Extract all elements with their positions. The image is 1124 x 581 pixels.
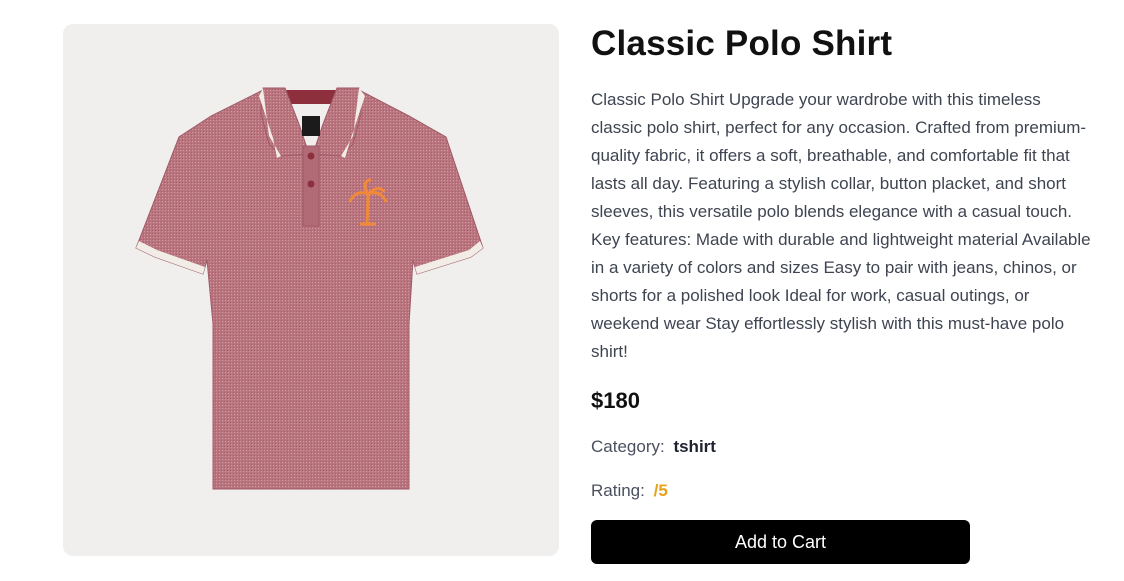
product-description: Classic Polo Shirt Upgrade your wardrobe… <box>591 90 1091 361</box>
category-value: tshirt <box>673 437 716 456</box>
product-detail-page: Classic Polo Shirt Classic Polo Shirt Up… <box>0 0 1124 581</box>
rating-label: Rating: <box>591 481 645 500</box>
rating-value: /5 <box>653 481 668 500</box>
button-1 <box>307 152 315 160</box>
category-label: Category: <box>591 437 665 456</box>
add-to-cart-button[interactable]: Add to Cart <box>591 520 970 564</box>
product-title: Classic Polo Shirt <box>591 24 893 63</box>
polo-shirt-illustration <box>135 87 484 490</box>
neck-label <box>302 116 320 136</box>
product-info: Classic Polo Shirt Classic Polo Shirt Up… <box>591 24 1101 564</box>
product-rating: Rating: /5 <box>591 479 1101 503</box>
product-price: $180 <box>591 388 640 413</box>
product-image <box>63 24 559 556</box>
product-category: Category: tshirt <box>591 435 1101 459</box>
button-2 <box>307 180 315 188</box>
